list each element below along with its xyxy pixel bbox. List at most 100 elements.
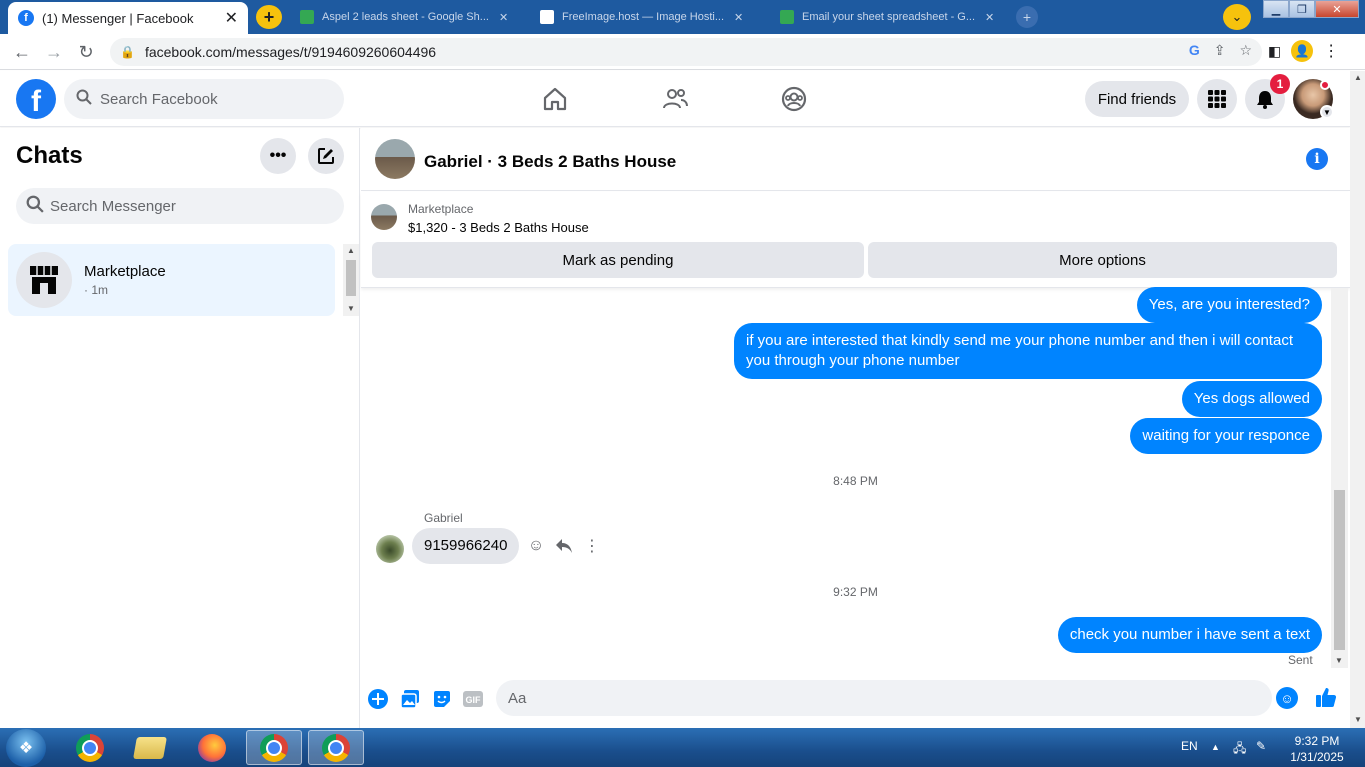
url-input[interactable]: 🔒 facebook.com/messages/t/91946092606044… <box>110 38 1262 66</box>
taskbar-chrome-window[interactable] <box>246 730 302 765</box>
scroll-up-icon[interactable]: ▲ <box>1354 73 1362 82</box>
smiley-react-icon[interactable]: ☺ <box>526 536 546 556</box>
tray-expand-icon[interactable]: ▲ <box>1211 742 1220 752</box>
plus-circle-icon[interactable] <box>367 688 389 710</box>
chat-name: Marketplace <box>84 263 166 280</box>
scrollbar-thumb[interactable] <box>346 260 356 296</box>
more-options-icon[interactable]: ••• <box>260 138 296 174</box>
listing-thumbnail[interactable] <box>371 204 397 230</box>
emoji-icon[interactable]: ☺ <box>1276 687 1298 709</box>
minimize-icon[interactable]: ▁ <box>1263 0 1289 18</box>
facebook-logo-icon[interactable]: f <box>16 79 56 119</box>
chats-title: Chats <box>16 142 83 169</box>
outgoing-message[interactable]: Yes, are you interested? <box>1136 287 1322 323</box>
scroll-up-icon[interactable]: ▲ <box>347 246 355 255</box>
tab-close-icon[interactable]: ✕ <box>734 11 743 24</box>
facebook-search-input[interactable]: Search Facebook <box>64 79 344 119</box>
windows-taskbar: ❖ EN ▲ 🖧 ✎ 9:32 PM 1/31/2025 <box>0 728 1365 767</box>
tab-google-sheets[interactable]: Aspel 2 leads sheet - Google Sh... ✕ <box>292 4 522 30</box>
window-close-icon[interactable]: ✕ <box>1315 0 1359 18</box>
scroll-down-icon[interactable]: ▼ <box>347 304 355 313</box>
mark-as-pending-button[interactable]: Mark as pending <box>372 242 864 278</box>
search-placeholder: Search Facebook <box>100 90 218 108</box>
home-icon[interactable] <box>541 85 569 113</box>
info-icon[interactable]: i <box>1306 148 1328 170</box>
outgoing-message[interactable]: if you are interested that kindly send m… <box>734 323 1322 379</box>
search-placeholder: Search Messenger <box>50 197 176 215</box>
conversation-scrollbar[interactable]: ▼ <box>1331 288 1348 668</box>
windows-start-icon[interactable]: ❖ <box>6 729 46 767</box>
tab-close-icon[interactable]: ✕ <box>985 11 994 24</box>
omnibox-actions: G ⇪ ☆ <box>1189 42 1252 59</box>
tab-close-icon[interactable]: ✕ <box>499 11 508 24</box>
scroll-down-icon[interactable]: ▼ <box>1335 656 1343 665</box>
taskbar-clock[interactable]: 9:32 PM 1/31/2025 <box>1284 733 1350 765</box>
gif-icon[interactable]: GIF <box>462 688 484 710</box>
sidebar-scrollbar[interactable]: ▲ ▼ <box>343 244 359 316</box>
back-arrow-icon[interactable]: ← <box>10 40 34 64</box>
new-tab-plus-icon[interactable]: + <box>256 5 282 29</box>
message-placeholder: Aa <box>508 689 527 707</box>
taskbar-chrome[interactable] <box>62 730 118 765</box>
friends-icon[interactable] <box>661 85 689 113</box>
forward-arrow-icon[interactable]: → <box>42 40 66 64</box>
marketplace-listing-bar: Marketplace $1,320 - 3 Beds 2 Baths Hous… <box>361 192 1350 288</box>
chevron-down-icon[interactable]: ▼ <box>1320 105 1334 119</box>
pen-icon[interactable]: ✎ <box>1256 739 1266 753</box>
groups-icon[interactable] <box>780 85 808 113</box>
bookmark-star-icon[interactable]: ☆ <box>1239 42 1252 59</box>
more-options-button[interactable]: More options <box>868 242 1337 278</box>
reload-icon[interactable]: ↻ <box>74 40 98 64</box>
page-scrollbar[interactable]: ▲ ▼ <box>1350 71 1365 728</box>
reply-arrow-icon[interactable] <box>554 536 574 556</box>
conversation-title[interactable]: Gabriel · 3 Beds 2 Baths House <box>424 152 676 172</box>
listing-price-title[interactable]: $1,320 - 3 Beds 2 Baths House <box>408 220 589 235</box>
tab-title: Email your sheet spreadsheet - G... <box>802 11 976 23</box>
network-icon[interactable]: 🖧 <box>1233 739 1246 760</box>
tab-messenger[interactable]: f (1) Messenger | Facebook ✕ <box>8 2 248 34</box>
taskbar-firefox[interactable] <box>184 730 240 765</box>
new-tab-icon[interactable]: + <box>1016 6 1038 28</box>
tab-freeimage[interactable]: FreeImage.host — Image Hosti... ✕ <box>532 4 768 30</box>
scroll-down-icon[interactable]: ▼ <box>1354 715 1362 724</box>
tab-search-chevron-icon[interactable]: ⌄ <box>1223 4 1251 30</box>
tab-title: FreeImage.host — Image Hosti... <box>562 11 725 23</box>
scrollbar-thumb[interactable] <box>1334 490 1345 650</box>
menu-grid-icon[interactable] <box>1197 79 1237 119</box>
outgoing-message[interactable]: waiting for your responce <box>1130 418 1322 454</box>
tab-close-icon[interactable]: ✕ <box>225 8 238 28</box>
message-input[interactable]: Aa <box>496 680 1272 716</box>
messenger-search-input[interactable]: Search Messenger <box>16 188 344 224</box>
sender-avatar[interactable] <box>376 535 404 563</box>
side-panel-icon[interactable]: ◧ <box>1268 43 1281 60</box>
marketplace-label: Marketplace <box>408 202 474 216</box>
browser-toolbar-right: ◧ 👤 ⋮ <box>1268 40 1339 62</box>
find-friends-button[interactable]: Find friends <box>1085 81 1189 117</box>
firefox-icon <box>198 733 226 762</box>
google-icon[interactable]: G <box>1189 42 1200 59</box>
conversation-avatar[interactable] <box>375 139 415 179</box>
thumbs-up-icon[interactable] <box>1315 686 1337 708</box>
conversation-panel: Gabriel · 3 Beds 2 Baths House i Marketp… <box>361 128 1350 728</box>
incoming-message[interactable]: 9159966240 <box>412 528 520 564</box>
share-icon[interactable]: ⇪ <box>1214 42 1226 59</box>
notification-count-badge: 1 <box>1270 74 1290 94</box>
maximize-icon[interactable]: ❐ <box>1289 0 1315 18</box>
kebab-menu-icon[interactable]: ⋮ <box>1323 41 1339 61</box>
sticker-icon[interactable] <box>431 688 453 710</box>
outgoing-message[interactable]: Yes dogs allowed <box>1181 381 1322 417</box>
taskbar-chrome-window[interactable] <box>308 730 364 765</box>
language-indicator[interactable]: EN <box>1181 739 1198 753</box>
photo-icon[interactable] <box>399 688 421 710</box>
profile-icon[interactable]: 👤 <box>1291 40 1314 62</box>
conversation-header: Gabriel · 3 Beds 2 Baths House i <box>361 128 1350 191</box>
more-vertical-icon[interactable]: ⋮ <box>582 536 602 556</box>
new-message-icon[interactable] <box>308 138 344 174</box>
tab-email-sheet[interactable]: Email your sheet spreadsheet - G... ✕ <box>772 4 1008 30</box>
outgoing-message[interactable]: check you number i have sent a text <box>1057 617 1322 653</box>
chat-list-item[interactable]: Marketplace · 1m <box>8 244 335 316</box>
clock-date: 1/31/2025 <box>1290 750 1344 764</box>
taskbar-files[interactable] <box>122 730 178 765</box>
marketplace-store-icon <box>16 252 72 308</box>
clock-time: 9:32 PM <box>1294 734 1340 748</box>
